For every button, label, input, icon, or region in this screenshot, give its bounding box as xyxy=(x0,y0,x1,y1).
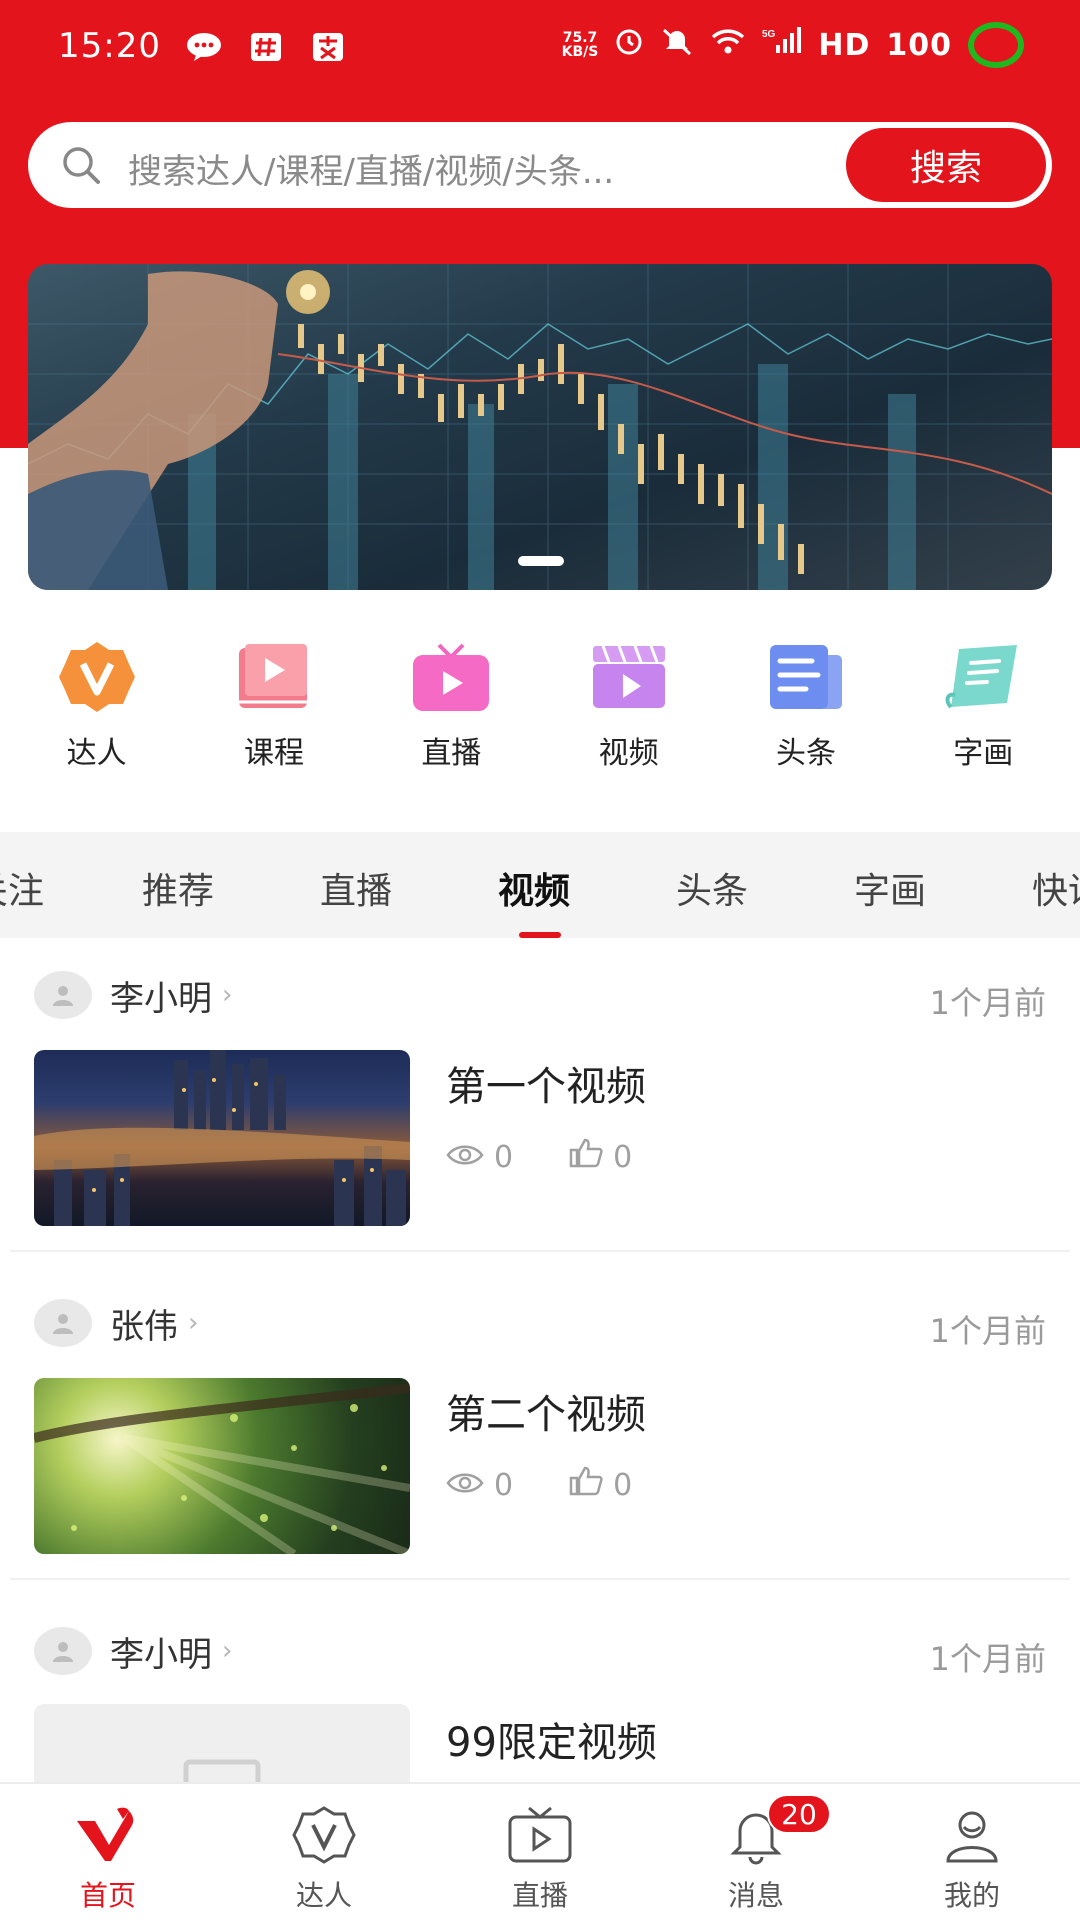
battery-level: 100 xyxy=(886,27,952,63)
like-count[interactable]: 0 xyxy=(569,1138,632,1176)
search-input[interactable]: 搜索达人/课程/直播/视频/头条... xyxy=(128,144,614,193)
notification-icons xyxy=(184,30,348,64)
status-time: 15:20 xyxy=(58,26,161,66)
category-calligraphy[interactable]: 字画 xyxy=(908,640,1058,780)
hash-app-icon xyxy=(246,30,286,64)
video-thumbnail-placeholder[interactable] xyxy=(34,1704,410,1782)
chevron-right-icon: › xyxy=(222,1636,233,1666)
video-thumbnail[interactable] xyxy=(34,1050,410,1226)
video-clapper-icon xyxy=(587,640,671,714)
video-title[interactable]: 第二个视频 xyxy=(446,1382,646,1440)
live-tv-icon xyxy=(409,640,493,714)
active-tab-indicator xyxy=(519,932,561,938)
calligraphy-scroll-icon xyxy=(941,640,1025,714)
chat-bubble-icon xyxy=(184,30,224,64)
user-icon xyxy=(937,1804,1007,1866)
status-ring-icon xyxy=(968,22,1024,68)
category-news[interactable]: 头条 xyxy=(731,640,881,780)
tab-news[interactable]: 头条 xyxy=(676,862,748,914)
category-label: 头条 xyxy=(775,736,836,771)
search-icon xyxy=(60,144,102,190)
video-title[interactable]: 99限定视频 xyxy=(446,1710,657,1768)
alarm-icon xyxy=(614,26,644,64)
category-label: 直播 xyxy=(421,736,482,771)
video-stats: 0 0 xyxy=(446,1138,688,1176)
tv-play-icon xyxy=(505,1804,575,1866)
search-bar[interactable]: 搜索达人/课程/直播/视频/头条... 搜索 xyxy=(28,122,1052,208)
eye-icon xyxy=(446,1468,484,1503)
nav-messages[interactable]: 消息 20 xyxy=(671,1784,841,1920)
home-logo-icon xyxy=(73,1804,143,1866)
video-thumbnail[interactable] xyxy=(34,1378,410,1554)
avatar[interactable] xyxy=(34,971,92,1019)
tab-video[interactable]: 视频 xyxy=(498,862,570,914)
banner-image xyxy=(28,264,1052,590)
author-row[interactable]: 李小明 › xyxy=(34,970,232,1020)
cell-signal-icon: 5G xyxy=(762,27,802,63)
bottom-navigation: 首页 达人 直播 消息 20 我的 xyxy=(0,1782,1080,1920)
like-count[interactable]: 0 xyxy=(569,1466,632,1504)
author-name[interactable]: 李小明 xyxy=(110,1627,212,1676)
carousel-indicator xyxy=(518,556,564,566)
mute-icon xyxy=(660,26,694,64)
nav-home[interactable]: 首页 xyxy=(23,1784,193,1920)
avatar[interactable] xyxy=(34,1299,92,1347)
talent-badge-icon xyxy=(55,640,139,714)
svg-text:5G: 5G xyxy=(762,29,776,40)
category-label: 字画 xyxy=(953,736,1014,771)
nav-profile[interactable]: 我的 xyxy=(887,1784,1057,1920)
video-card[interactable]: 李小明 › 1个月前 99限定视频 xyxy=(10,1596,1070,1782)
banner-carousel[interactable] xyxy=(28,264,1052,590)
post-time: 1个月前 xyxy=(929,984,1046,1022)
category-label: 课程 xyxy=(243,736,304,771)
course-book-icon xyxy=(232,640,316,714)
tab-calligraphy[interactable]: 字画 xyxy=(854,862,926,914)
category-label: 视频 xyxy=(598,736,659,771)
view-count: 0 xyxy=(446,1468,513,1503)
talent-badge-outline-icon xyxy=(289,1804,359,1866)
post-time: 1个月前 xyxy=(929,1312,1046,1350)
search-button[interactable]: 搜索 xyxy=(846,128,1046,202)
author-name[interactable]: 李小明 xyxy=(110,971,212,1020)
video-card[interactable]: 李小明 › 1个月前 第一个视频 0 0 xyxy=(10,940,1070,1252)
image-placeholder-icon xyxy=(183,1759,261,1782)
status-bar: 15:20 75.7 KB/S 5G HD 100 xyxy=(0,0,1080,100)
network-speed: 75.7 KB/S xyxy=(561,30,599,60)
author-row[interactable]: 张伟 › xyxy=(34,1298,198,1348)
chevron-right-icon: › xyxy=(188,1308,199,1338)
system-status: 75.7 KB/S 5G HD 100 xyxy=(562,22,1024,68)
nav-live[interactable]: 直播 xyxy=(455,1784,625,1920)
tab-follow[interactable]: 关注 xyxy=(0,862,44,914)
nav-talent[interactable]: 达人 xyxy=(239,1784,409,1920)
category-label: 达人 xyxy=(66,736,127,771)
avatar[interactable] xyxy=(34,1627,92,1675)
category-course[interactable]: 课程 xyxy=(199,640,349,780)
friend-app-icon xyxy=(308,30,348,64)
tab-live[interactable]: 直播 xyxy=(320,862,392,914)
author-row[interactable]: 李小明 › xyxy=(34,1626,232,1676)
category-live[interactable]: 直播 xyxy=(376,640,526,780)
video-title[interactable]: 第一个视频 xyxy=(446,1054,646,1112)
post-time: 1个月前 xyxy=(929,1640,1046,1678)
hd-indicator: HD xyxy=(818,27,871,63)
video-stats: 0 0 xyxy=(446,1466,688,1504)
video-card[interactable]: 张伟 › 1个月前 第二个视频 0 0 xyxy=(10,1268,1070,1580)
forest-sunlight-image xyxy=(34,1383,410,1554)
message-count-badge: 20 xyxy=(767,1794,831,1834)
eye-icon xyxy=(446,1140,484,1175)
wifi-icon xyxy=(710,27,746,63)
category-video[interactable]: 视频 xyxy=(554,640,704,780)
view-count: 0 xyxy=(446,1140,513,1175)
news-icon xyxy=(764,640,848,714)
tab-flash[interactable]: 快讯 xyxy=(1032,862,1080,914)
category-grid: 达人 课程 直播 视频 头条 字画 xyxy=(0,640,1080,780)
feed-tabs: 关注 推荐 直播 视频 头条 字画 快讯 xyxy=(0,832,1080,938)
thumbs-up-icon xyxy=(569,1466,603,1504)
category-talent[interactable]: 达人 xyxy=(22,640,172,780)
chevron-right-icon: › xyxy=(222,980,233,1010)
thumbs-up-icon xyxy=(569,1138,603,1176)
tab-recommend[interactable]: 推荐 xyxy=(142,862,214,914)
city-night-image xyxy=(34,1050,410,1226)
author-name[interactable]: 张伟 xyxy=(110,1299,178,1348)
